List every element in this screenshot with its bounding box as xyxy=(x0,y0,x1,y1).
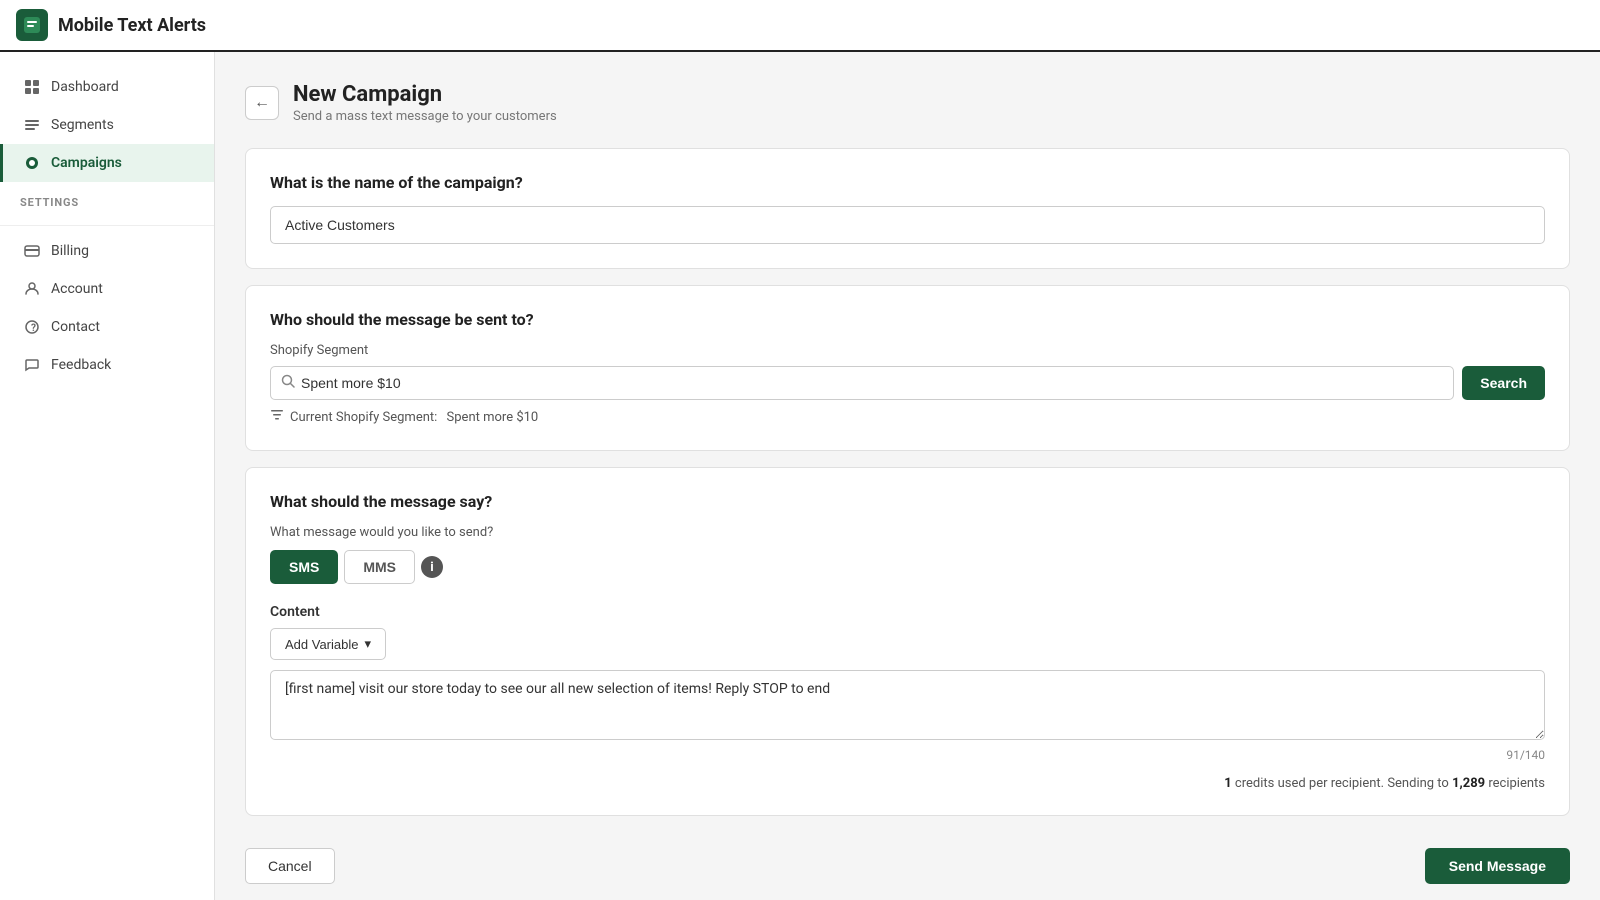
campaign-name-card: What is the name of the campaign? xyxy=(245,148,1570,269)
account-label: Account xyxy=(51,281,103,297)
sidebar-item-feedback[interactable]: Feedback xyxy=(0,346,214,384)
recipient-label: Who should the message be sent to? xyxy=(270,310,1545,329)
segment-search-input[interactable] xyxy=(301,367,1443,399)
sidebar-item-dashboard[interactable]: Dashboard xyxy=(0,68,214,106)
dropdown-arrow-icon: ▾ xyxy=(364,636,371,652)
add-variable-button[interactable]: Add Variable ▾ xyxy=(270,628,386,660)
sidebar-item-segments[interactable]: Segments xyxy=(0,106,214,144)
page-title: New Campaign xyxy=(293,82,557,107)
message-card: What should the message say? What messag… xyxy=(245,467,1570,816)
send-message-button[interactable]: Send Message xyxy=(1425,848,1570,884)
app-title: Mobile Text Alerts xyxy=(58,15,206,36)
char-count: 91/140 xyxy=(270,748,1545,762)
campaigns-label: Campaigns xyxy=(51,155,122,171)
billing-label: Billing xyxy=(51,243,89,259)
search-row: Search xyxy=(270,366,1545,400)
search-icon xyxy=(281,374,295,392)
account-icon xyxy=(23,280,41,298)
current-segment-value: Spent more $10 xyxy=(447,410,539,425)
message-type-buttons: SMS MMS i xyxy=(270,550,1545,584)
mms-button[interactable]: MMS xyxy=(344,550,415,584)
segments-icon xyxy=(23,116,41,134)
sms-button[interactable]: SMS xyxy=(270,550,338,584)
search-input-wrap xyxy=(270,366,1454,400)
info-icon[interactable]: i xyxy=(421,556,443,578)
segments-label: Segments xyxy=(51,117,114,133)
campaign-name-label: What is the name of the campaign? xyxy=(270,173,1545,192)
contact-icon: ? xyxy=(23,318,41,336)
app-logo xyxy=(16,9,48,41)
main-content: ← New Campaign Send a mass text message … xyxy=(215,52,1600,900)
search-button[interactable]: Search xyxy=(1462,366,1545,400)
main-layout: Dashboard Segments Campaigns SETTINGS Bi… xyxy=(0,52,1600,900)
current-segment-prefix: Current Shopify Segment: xyxy=(290,410,441,425)
add-variable-label: Add Variable xyxy=(285,637,358,652)
message-type-prompt: What message would you like to send? xyxy=(270,525,1545,540)
top-header: Mobile Text Alerts xyxy=(0,0,1600,52)
sidebar-item-contact[interactable]: ? Contact xyxy=(0,308,214,346)
credits-info: 1 credits used per recipient. Sending to… xyxy=(270,776,1545,791)
filter-icon xyxy=(270,408,284,426)
dashboard-icon xyxy=(23,78,41,96)
current-segment-row: Current Shopify Segment: Spent more $10 xyxy=(270,408,1545,426)
shopify-segment-label: Shopify Segment xyxy=(270,343,1545,358)
credits-number: 1 xyxy=(1224,776,1231,791)
dashboard-label: Dashboard xyxy=(51,79,119,95)
credits-post-text: recipients xyxy=(1488,776,1545,791)
recipients-count: 1,289 xyxy=(1452,776,1485,791)
campaign-name-input[interactable] xyxy=(270,206,1545,244)
sidebar-divider xyxy=(0,225,214,226)
settings-section-label: SETTINGS xyxy=(0,182,214,215)
cancel-button[interactable]: Cancel xyxy=(245,848,335,884)
billing-icon xyxy=(23,242,41,260)
page-title-block: New Campaign Send a mass text message to… xyxy=(293,82,557,124)
sidebar-item-account[interactable]: Account xyxy=(0,270,214,308)
sidebar-item-billing[interactable]: Billing xyxy=(0,232,214,270)
message-textarea[interactable]: [first name] visit our store today to se… xyxy=(270,670,1545,740)
page-header: ← New Campaign Send a mass text message … xyxy=(245,82,1570,124)
credits-mid-text: credits used per recipient. Sending to xyxy=(1235,776,1452,791)
bottom-actions: Cancel Send Message xyxy=(245,832,1570,884)
campaigns-icon xyxy=(23,154,41,172)
page-subtitle: Send a mass text message to your custome… xyxy=(293,109,557,124)
feedback-icon xyxy=(23,356,41,374)
sidebar-item-campaigns[interactable]: Campaigns xyxy=(0,144,214,182)
message-label: What should the message say? xyxy=(270,492,1545,511)
content-label: Content xyxy=(270,604,1545,620)
svg-text:?: ? xyxy=(31,323,36,334)
sidebar: Dashboard Segments Campaigns SETTINGS Bi… xyxy=(0,52,215,900)
recipients-card: Who should the message be sent to? Shopi… xyxy=(245,285,1570,451)
contact-label: Contact xyxy=(51,319,100,335)
back-button[interactable]: ← xyxy=(245,86,279,120)
feedback-label: Feedback xyxy=(51,357,111,373)
